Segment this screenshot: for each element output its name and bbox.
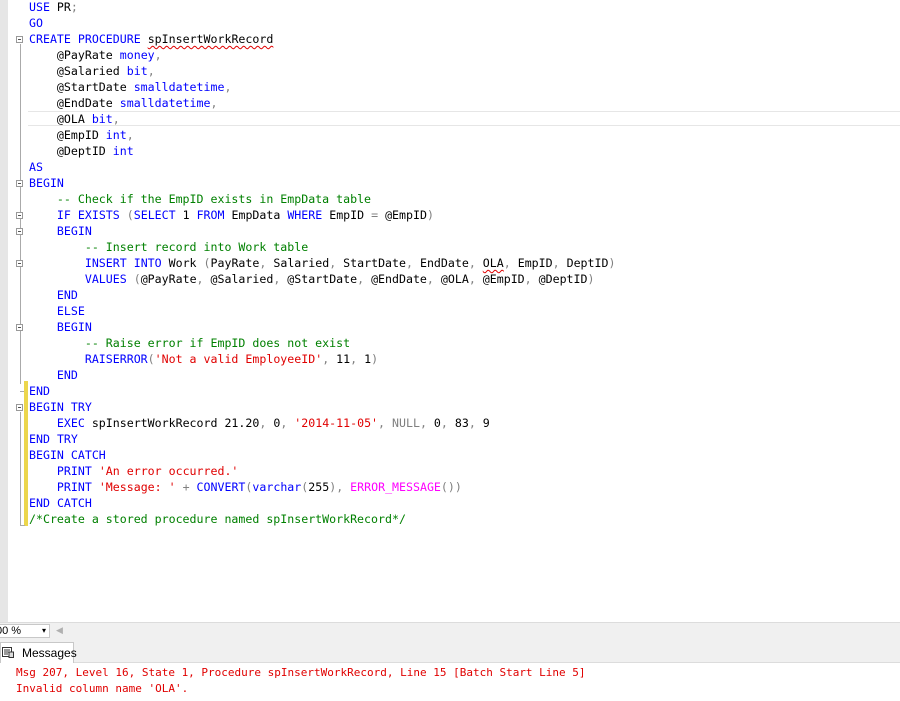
code-line: @EndDate smalldatetime, xyxy=(29,96,218,110)
editor-left-margin xyxy=(0,0,8,622)
collapse-create-procedure-button[interactable] xyxy=(16,36,23,43)
zoom-value: 00 % xyxy=(0,625,22,637)
messages-pane[interactable]: Msg 207, Level 16, State 1, Procedure sp… xyxy=(0,663,900,701)
outline-end xyxy=(20,525,25,526)
chevron-down-icon: ▾ xyxy=(41,626,46,635)
code-line: BEGIN xyxy=(56,320,92,334)
code-line: @OLA bit, xyxy=(29,112,120,126)
code-line: CREATE PROCEDURE spInsertWorkRecord xyxy=(29,32,274,46)
code-line: @Salaried bit, xyxy=(29,64,155,78)
collapse-begin-button[interactable] xyxy=(16,180,23,187)
collapse-insert-button[interactable] xyxy=(16,260,23,267)
outline-gutter xyxy=(14,0,28,622)
code-line: @EmpID int, xyxy=(29,128,134,142)
code-line: RAISERROR('Not a valid EmployeeID', 11, … xyxy=(84,352,379,366)
code-line: GO xyxy=(29,16,43,30)
messages-icon xyxy=(2,647,14,658)
collapse-begin-button[interactable] xyxy=(16,228,23,235)
error-message-line: Invalid column name 'OLA'. xyxy=(16,682,189,695)
collapse-try-button[interactable] xyxy=(16,404,23,411)
code-line: BEGIN xyxy=(29,176,64,190)
editor-status-strip: 00 % ▾ ◀ xyxy=(0,622,900,639)
code-line: -- Insert record into Work table xyxy=(84,240,309,254)
code-line: -- Raise error if EmpID does not exist xyxy=(84,336,351,350)
code-line: -- Check if the EmpID exists in EmpData … xyxy=(56,192,372,206)
scroll-left-icon[interactable]: ◀ xyxy=(56,623,63,638)
code-line: AS xyxy=(29,160,43,174)
code-line: BEGIN TRY xyxy=(29,400,92,414)
code-line: /*Create a stored procedure named spInse… xyxy=(29,512,406,526)
query-editor[interactable]: USE PR; GO CREATE PROCEDURE spInsertWork… xyxy=(0,0,900,622)
collapse-begin-button[interactable] xyxy=(16,324,23,331)
code-lines[interactable]: USE PR; GO CREATE PROCEDURE spInsertWork… xyxy=(29,0,615,527)
code-line: PRINT 'Message: ' + CONVERT(varchar(255)… xyxy=(56,480,462,494)
code-line: EXEC spInsertWorkRecord 21.20, 0, '2014-… xyxy=(56,416,490,430)
code-line: END CATCH xyxy=(29,496,92,510)
code-line: IF EXISTS (SELECT 1 FROM EmpData WHERE E… xyxy=(56,208,434,222)
code-line: ELSE xyxy=(56,304,85,318)
change-indicator-bar xyxy=(24,381,28,526)
outline-line xyxy=(20,412,21,526)
code-line: END TRY xyxy=(29,432,78,446)
code-line: PRINT 'An error occurred.' xyxy=(56,464,239,478)
code-line: INSERT INTO Work (PayRate, Salaried, Sta… xyxy=(84,256,616,270)
results-tab-strip: Messages xyxy=(0,639,900,663)
code-line: @PayRate money, xyxy=(29,48,162,62)
error-message-line: Msg 207, Level 16, State 1, Procedure sp… xyxy=(16,666,586,679)
code-line: VALUES (@PayRate, @Salaried, @StartDate,… xyxy=(84,272,595,286)
code-line: END xyxy=(29,384,50,398)
code-line: BEGIN CATCH xyxy=(29,448,106,462)
code-line: USE PR; xyxy=(29,0,78,14)
code-line: END xyxy=(56,288,78,302)
tab-messages-label: Messages xyxy=(22,646,77,660)
code-line: END xyxy=(56,368,78,382)
zoom-dropdown[interactable]: 00 % ▾ xyxy=(0,624,50,638)
code-line: @DeptID int xyxy=(29,144,134,158)
code-line: BEGIN xyxy=(56,224,92,238)
collapse-if-button[interactable] xyxy=(16,212,23,219)
tab-messages[interactable]: Messages xyxy=(0,642,77,663)
code-line: @StartDate smalldatetime, xyxy=(29,80,232,94)
